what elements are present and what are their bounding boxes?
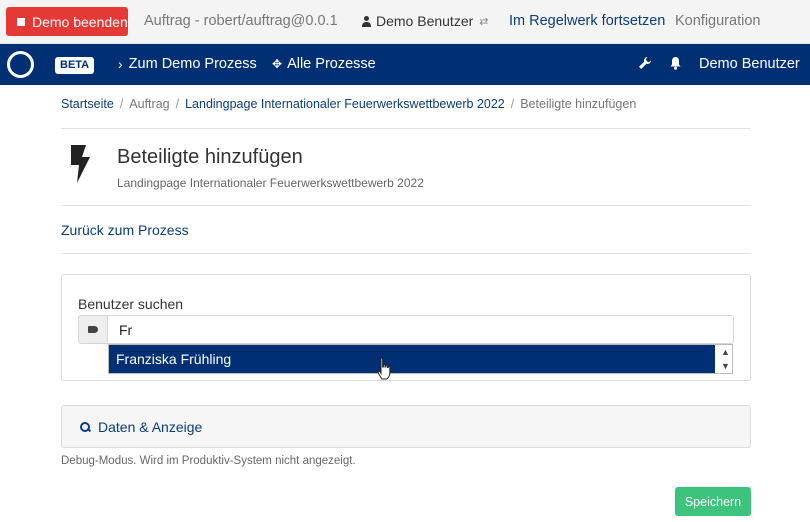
demo-end-button[interactable]: Demo beenden (6, 7, 128, 36)
chevron-right-icon: › (118, 56, 123, 72)
data-display-label: Daten & Anzeige (98, 419, 203, 435)
stop-icon (17, 17, 25, 26)
beta-badge: BETA (55, 57, 95, 74)
suggestion-list: Franziska Frühling ▲ ▼ (108, 344, 733, 374)
suggestion-item[interactable]: Franziska Frühling (109, 345, 715, 373)
continue-in-rules-link[interactable]: Im Regelwerk fortsetzen (509, 13, 665, 29)
grid-icon: ✥ (272, 57, 283, 71)
back-to-process-link[interactable]: Zurück zum Prozess (61, 222, 189, 238)
save-button[interactable]: Speichern (675, 487, 751, 516)
demo-user-switch[interactable]: Demo Benutzer ⇄ (362, 13, 489, 29)
demo-order-label: Auftrag - robert/auftrag@0.0.1 (144, 13, 338, 29)
lightning-icon (71, 145, 90, 183)
demo-end-label: Demo beenden (32, 13, 128, 30)
data-display-toggle[interactable]: Daten & Anzeige (80, 419, 202, 435)
breadcrumb-order: Auftrag (129, 97, 170, 111)
page-title: Beteiligte hinzufügen (117, 146, 303, 168)
page-subtitle: Landingpage Internationaler Feuerwerkswe… (117, 176, 424, 190)
breadcrumb-separator: / (119, 97, 124, 111)
nav-demo-process[interactable]: › Zum Demo Prozess (118, 56, 257, 72)
nav-all-processes[interactable]: ✥ Alle Prozesse (272, 56, 376, 72)
user-search-label: Benutzer suchen (78, 296, 184, 312)
breadcrumb-landingpage[interactable]: Landingpage Internationaler Feuerwerkswe… (185, 97, 505, 111)
divider (61, 128, 751, 129)
hand-cursor-icon (377, 357, 391, 380)
divider (61, 205, 751, 206)
breadcrumb: Startseite / Auftrag / Landingpage Internati… (61, 97, 636, 111)
demo-bar: Demo beenden Auftrag - robert/auftrag@0.… (0, 0, 810, 44)
swap-icon: ⇄ (479, 15, 489, 28)
breadcrumb-current: Beteiligte hinzufügen (520, 97, 637, 111)
breadcrumb-separator: / (175, 97, 180, 111)
user-icon (362, 15, 371, 27)
demo-user-label: Demo Benutzer (376, 13, 474, 29)
wrench-icon[interactable] (638, 56, 652, 70)
nav-user-menu[interactable]: Demo Benutzer (699, 56, 800, 72)
tag-addon (78, 315, 108, 344)
breadcrumb-home[interactable]: Startseite (61, 97, 114, 111)
logo-icon[interactable] (7, 51, 34, 78)
configuration-link[interactable]: Konfiguration (675, 13, 760, 29)
nav-all-processes-label: Alle Prozesse (287, 56, 376, 72)
search-icon (80, 421, 91, 433)
breadcrumb-separator: / (510, 97, 515, 111)
scroll-down-arrow-icon[interactable]: ▼ (719, 359, 732, 373)
bell-icon[interactable] (669, 56, 682, 70)
tag-icon (88, 326, 98, 333)
main-navbar: BETA › Zum Demo Prozess ✥ Alle Prozesse … (0, 44, 810, 85)
divider (61, 253, 751, 254)
debug-note: Debug-Modus. Wird im Produktiv-System ni… (61, 455, 356, 467)
scroll-up-arrow-icon[interactable]: ▲ (719, 345, 732, 359)
user-search-input[interactable] (107, 315, 734, 344)
nav-demo-process-label: Zum Demo Prozess (128, 56, 257, 72)
